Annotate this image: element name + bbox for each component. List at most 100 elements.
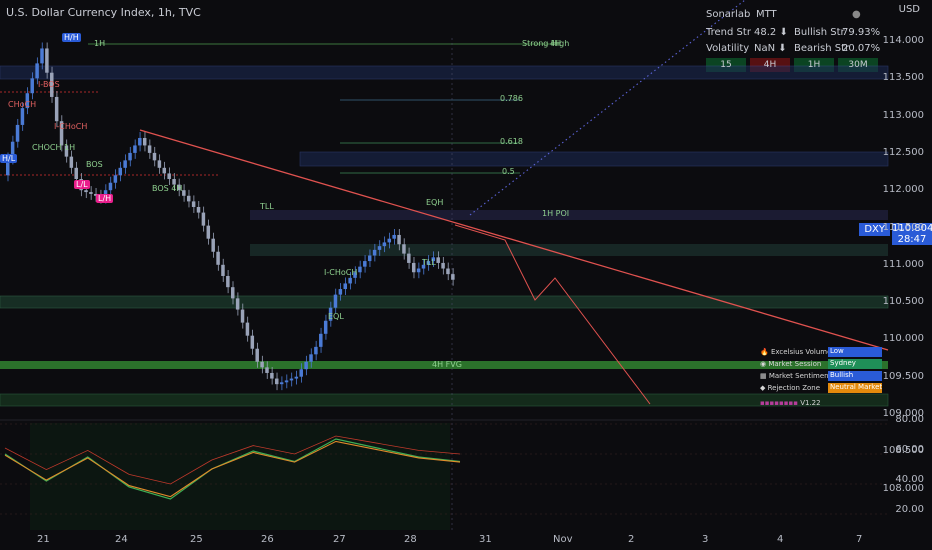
panel-row-2: Volatility NaN ⬇ Bearish Str 20.07%	[702, 42, 884, 58]
x-tick: 24	[115, 534, 128, 545]
candle-body	[407, 253, 411, 263]
y-tick: 111.500	[882, 221, 924, 233]
y-tick: 112.500	[882, 146, 924, 158]
candle-body	[45, 48, 49, 73]
poi-zone-upper	[299, 151, 889, 167]
volatility-label: Volatility	[706, 43, 750, 54]
bar-countdown: 28:47	[897, 234, 927, 245]
candle-body	[201, 212, 206, 226]
candle-body	[206, 225, 211, 239]
annotation-1h-poi: 1H POI	[542, 209, 570, 218]
candle-body	[167, 173, 171, 180]
x-tick: 3	[702, 534, 709, 545]
annotation-i-choch: I-CHoCH	[324, 268, 358, 277]
candle-body	[69, 156, 74, 168]
candle-body	[40, 48, 44, 64]
demand-zone-mid	[250, 244, 888, 256]
candle-body	[279, 382, 284, 385]
candle-body	[367, 255, 372, 262]
annotation-4h-fvg: 4H FVG	[432, 360, 462, 369]
chart-icon: ▦	[760, 372, 769, 380]
candle-body	[441, 262, 445, 269]
legend-label: ◉ Market Session	[760, 360, 822, 368]
candle-body	[255, 348, 259, 362]
candle-body	[138, 137, 142, 146]
osc-tick: 20.00	[895, 504, 924, 515]
candle-body	[74, 167, 78, 180]
x-tick: 27	[333, 534, 346, 545]
panel-title: Sonarlab	[706, 9, 751, 20]
candle-body	[372, 249, 377, 256]
candle-body	[397, 234, 401, 245]
candle-body	[147, 145, 152, 153]
y-tick: 110.000	[882, 333, 924, 345]
sonarlab-panel: Sonarlab MTT ● Trend Str 48.2 ⬇ Bullish …	[702, 4, 884, 72]
candle-body	[226, 275, 230, 288]
y-tick: 114.000	[882, 35, 924, 46]
trend-str-value: 48.2 ⬇	[754, 27, 788, 38]
currency-label: USD	[898, 4, 920, 15]
symbol-header: U.S. Dollar Currency Index, 1h, TVC	[6, 6, 201, 19]
bottom-zone	[0, 393, 889, 407]
panel-row-1: Trend Str 48.2 ⬇ Bullish Str 79.93%	[702, 26, 884, 42]
candle-body	[245, 322, 250, 336]
volatility-value: NaN ⬇	[754, 43, 787, 54]
candle-body	[446, 268, 450, 275]
candle-body	[123, 160, 127, 168]
legend-label: ◆ Rejection Zone	[760, 384, 821, 392]
panel-mode: MTT	[756, 9, 777, 20]
y-tick: 109.500	[882, 370, 924, 382]
candle-body	[35, 63, 39, 79]
candle-body	[309, 354, 313, 362]
candle-body	[221, 264, 225, 276]
x-tick: 2	[628, 534, 635, 545]
candle-body	[299, 369, 303, 377]
candle-body	[377, 246, 382, 250]
annotation-tll: TLL	[422, 258, 436, 267]
y-tick: 111.000	[882, 258, 924, 270]
candle-body	[186, 195, 191, 202]
candle-body	[392, 234, 396, 239]
osc-tick: 40.00	[895, 474, 924, 485]
candle-body	[113, 175, 118, 183]
candle-body	[152, 152, 157, 161]
candle-body	[319, 333, 323, 347]
annotation-h-h: H/H	[62, 33, 81, 42]
candle-body	[348, 277, 352, 284]
annotation-bos: BOS	[86, 160, 103, 169]
candle-body	[157, 160, 162, 168]
candle-body	[304, 361, 308, 370]
candle-body	[211, 238, 215, 252]
candle-body	[89, 192, 93, 194]
candle-body	[84, 190, 88, 193]
x-tick: 28	[404, 534, 417, 545]
candle-body	[270, 372, 274, 379]
candle-body	[128, 152, 132, 161]
bullish-str-value: 79.93%	[842, 27, 881, 38]
candle-body	[343, 283, 347, 290]
annotation-0-618: 0.618	[500, 137, 523, 146]
legend-value: Low	[828, 347, 882, 357]
candle-body	[240, 309, 245, 323]
candle-body	[265, 367, 269, 373]
x-tick: 7	[856, 534, 863, 545]
candle-body	[275, 378, 279, 385]
annotation-i-bos: I-BOS	[38, 80, 60, 89]
candle-body	[314, 346, 318, 355]
candle-body	[411, 262, 416, 273]
candle-body	[30, 78, 34, 94]
legend-value: Sydney	[828, 359, 882, 369]
flame-icon: 🔥	[760, 348, 771, 356]
candle-body	[20, 108, 25, 125]
candle-body	[323, 320, 328, 334]
candle-body	[196, 206, 201, 213]
panel-title-row: Sonarlab MTT ●	[702, 8, 884, 24]
annotation-eql: EQL	[328, 312, 344, 321]
osc-tick: 80.00	[895, 414, 924, 425]
osc-tick: 60.00	[895, 444, 924, 455]
candle-body	[294, 376, 299, 379]
tf-30m: 30M	[848, 60, 868, 70]
x-tick: 31	[479, 534, 492, 545]
annotation-h-l: H/L	[0, 154, 18, 163]
candle-body	[142, 137, 147, 146]
